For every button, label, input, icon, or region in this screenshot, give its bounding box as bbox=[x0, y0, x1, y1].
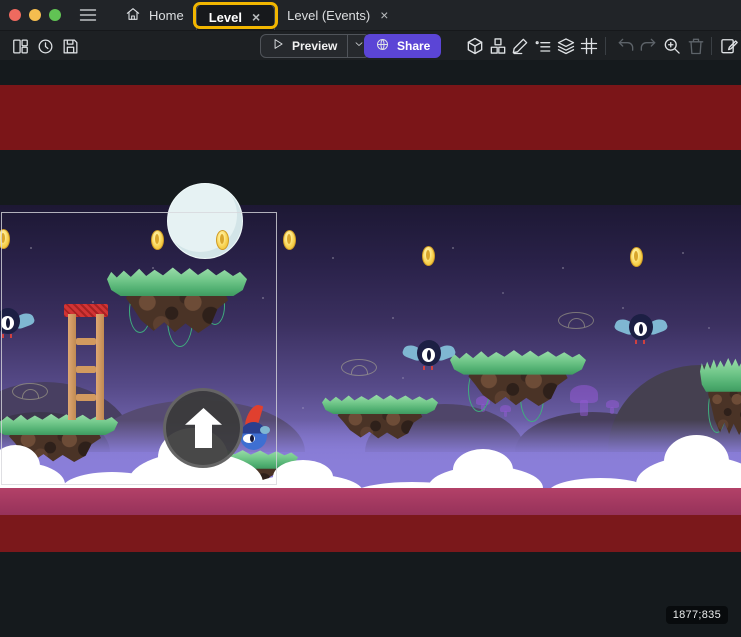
stars bbox=[0, 205, 2, 207]
bat-claw bbox=[10, 334, 12, 338]
fullscreen-window-button[interactable] bbox=[49, 9, 61, 21]
bat-claw bbox=[643, 340, 645, 344]
preview-label: Preview bbox=[292, 39, 337, 53]
ladder-rung bbox=[76, 394, 96, 401]
up-arrow-control-button[interactable] bbox=[163, 388, 243, 468]
globe-icon bbox=[375, 37, 390, 55]
pencil-icon[interactable] bbox=[508, 34, 532, 58]
scene-canvas[interactable]: 1877;835 bbox=[0, 60, 741, 637]
island-grass bbox=[700, 355, 741, 392]
mushroom[interactable] bbox=[500, 405, 511, 412]
redo-icon[interactable] bbox=[636, 34, 660, 58]
bat-claw bbox=[2, 334, 4, 338]
ladder-rung bbox=[76, 338, 96, 345]
gdevelop-window: Home Level × Level (Events) × bbox=[0, 0, 741, 637]
undo-icon[interactable] bbox=[614, 34, 638, 58]
coin[interactable] bbox=[283, 230, 296, 250]
trash-icon[interactable] bbox=[684, 34, 708, 58]
ladder-post bbox=[96, 314, 104, 420]
preview-button-group: Preview bbox=[260, 34, 370, 58]
bat-enemy[interactable] bbox=[615, 314, 667, 348]
floating-island[interactable] bbox=[700, 355, 741, 435]
coin[interactable] bbox=[630, 247, 643, 267]
floating-island[interactable] bbox=[322, 393, 438, 439]
eye-outline-object[interactable] bbox=[12, 383, 48, 400]
red-wall-bottom[interactable] bbox=[0, 515, 741, 552]
layout-panels-icon[interactable] bbox=[8, 34, 32, 58]
tab-level-events-label: Level (Events) bbox=[287, 8, 370, 23]
close-tab-icon[interactable]: × bbox=[378, 7, 390, 23]
grid-icon[interactable] bbox=[577, 34, 601, 58]
object-groups-icon[interactable] bbox=[486, 34, 510, 58]
moon[interactable] bbox=[167, 183, 243, 259]
floating-island[interactable] bbox=[107, 265, 247, 333]
island-grass bbox=[322, 393, 438, 414]
island-grass bbox=[450, 348, 586, 375]
save-icon[interactable] bbox=[58, 34, 82, 58]
minimize-window-button[interactable] bbox=[29, 9, 41, 21]
tab-bar: Home Level × Level (Events) × bbox=[113, 0, 402, 30]
bat-claw bbox=[423, 366, 425, 370]
zoom-in-icon[interactable] bbox=[660, 34, 684, 58]
tab-level[interactable]: Level × bbox=[196, 3, 275, 30]
toolbar: Preview Share bbox=[0, 30, 741, 60]
tab-level-events[interactable]: Level (Events) × bbox=[275, 2, 402, 28]
share-button[interactable]: Share bbox=[364, 34, 441, 58]
layers-icon[interactable] bbox=[554, 34, 578, 58]
titlebar: Home Level × Level (Events) × bbox=[0, 0, 741, 30]
traffic-lights bbox=[9, 9, 61, 21]
objects-cube-icon[interactable] bbox=[463, 34, 487, 58]
coin[interactable] bbox=[216, 230, 229, 250]
up-arrow-icon bbox=[185, 408, 222, 448]
instances-list-icon[interactable] bbox=[531, 34, 555, 58]
bat-claw bbox=[431, 366, 433, 370]
eye-outline-object[interactable] bbox=[341, 359, 377, 376]
eye-outline-object[interactable] bbox=[558, 312, 594, 329]
cursor-coordinates: 1877;835 bbox=[666, 606, 728, 624]
coin[interactable] bbox=[422, 246, 435, 266]
bat-pupil bbox=[6, 318, 10, 328]
red-wall-top[interactable] bbox=[0, 85, 741, 150]
scene-notes-icon[interactable] bbox=[717, 34, 741, 58]
ladder-rung bbox=[76, 366, 96, 373]
floating-island[interactable] bbox=[450, 348, 586, 406]
close-window-button[interactable] bbox=[9, 9, 21, 21]
bat-pupil bbox=[639, 324, 643, 334]
hamburger-menu-icon[interactable] bbox=[75, 4, 101, 26]
bat-enemy[interactable] bbox=[0, 308, 34, 342]
tab-home[interactable]: Home bbox=[113, 2, 196, 28]
tab-level-label: Level bbox=[209, 10, 242, 25]
tab-home-label: Home bbox=[149, 8, 184, 23]
toolbar-divider bbox=[711, 37, 712, 55]
pink-ground-band[interactable] bbox=[0, 488, 741, 515]
bat-claw bbox=[635, 340, 637, 344]
home-icon bbox=[125, 6, 141, 25]
bat-enemy[interactable] bbox=[403, 340, 455, 374]
close-tab-icon[interactable]: × bbox=[250, 9, 262, 25]
history-icon[interactable] bbox=[33, 34, 57, 58]
toolbar-divider bbox=[605, 37, 606, 55]
ladder-post bbox=[68, 314, 76, 420]
mushroom[interactable] bbox=[606, 400, 619, 408]
island-grass bbox=[107, 265, 247, 296]
play-icon bbox=[271, 37, 285, 56]
player-fin bbox=[260, 426, 270, 434]
share-label: Share bbox=[397, 39, 430, 53]
bat-pupil bbox=[427, 350, 431, 360]
ladder[interactable] bbox=[64, 304, 108, 420]
coin[interactable] bbox=[151, 230, 164, 250]
preview-button[interactable]: Preview bbox=[261, 35, 347, 57]
player-pupil bbox=[250, 435, 254, 442]
